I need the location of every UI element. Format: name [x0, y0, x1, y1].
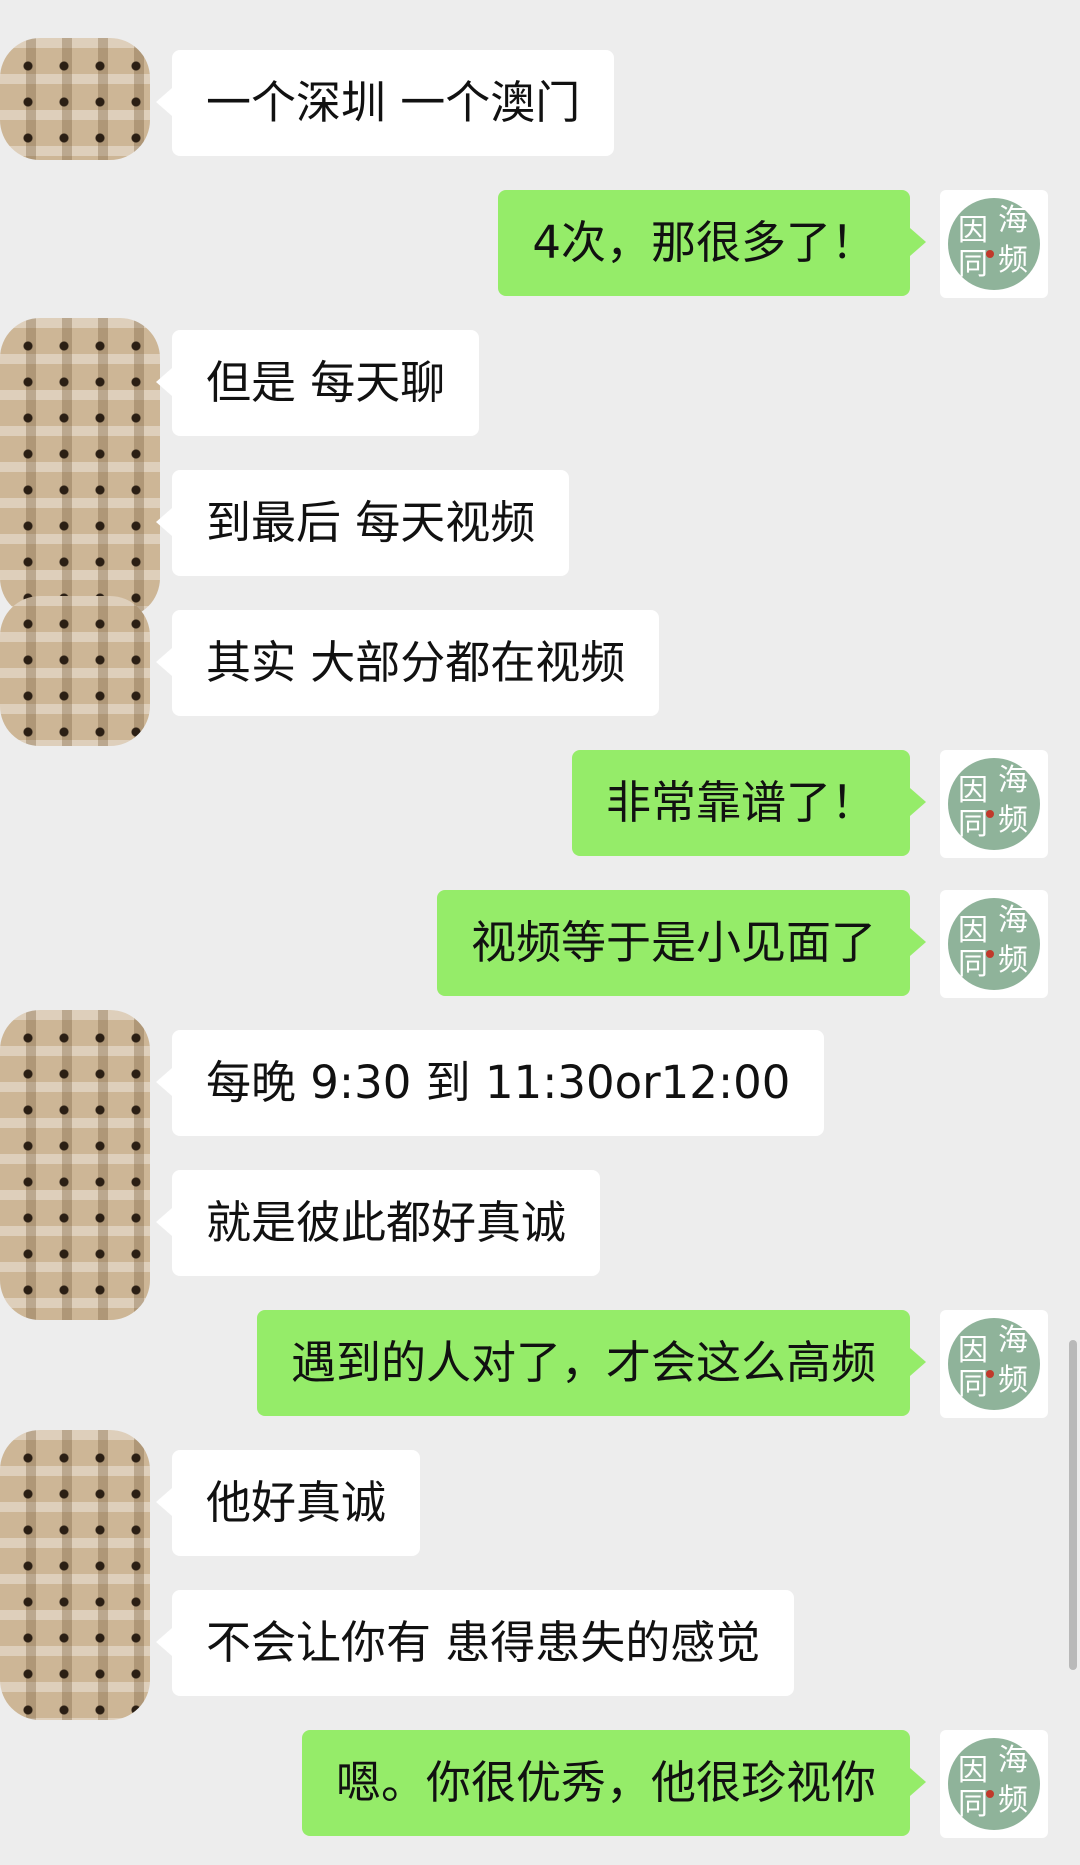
incoming-message-bubble[interactable]: 不会让你有 患得患失的感觉 [155, 1590, 795, 1696]
self-avatar[interactable]: 因 海 同 频 [940, 750, 1048, 858]
incoming-message-bubble[interactable]: 每晚 9:30 到 11:30or12:00 [155, 1030, 825, 1136]
avatar-glyph: 同 [958, 1367, 988, 1402]
avatar-glyph: 因 [958, 213, 988, 248]
incoming-message-bubble[interactable]: 其实 大部分都在视频 [155, 610, 660, 716]
outgoing-message-bubble[interactable]: 嗯。你很优秀，他很珍视你 [301, 1730, 927, 1836]
incoming-message-bubble[interactable]: 但是 每天聊 [155, 330, 480, 436]
contact-avatar-4[interactable] [0, 1010, 150, 1320]
seal-avatar-icon: 因 海 同 频 [948, 1738, 1040, 1830]
avatar-glyph: 海 [998, 1743, 1028, 1778]
contact-avatar-5[interactable] [0, 1430, 150, 1720]
seal-dot [986, 250, 994, 258]
avatar-glyph: 因 [958, 913, 988, 948]
avatar-glyph: 海 [998, 203, 1028, 238]
seal-dot [986, 950, 994, 958]
outgoing-message-bubble[interactable]: 非常靠谱了！ [571, 750, 927, 856]
contact-avatar-2[interactable] [0, 318, 160, 618]
outgoing-message-bubble[interactable]: 遇到的人对了，才会这么高频 [256, 1310, 927, 1416]
avatar-glyph: 同 [958, 1787, 988, 1822]
seal-avatar-icon: 因 海 同 频 [948, 758, 1040, 850]
avatar-glyph: 因 [958, 1333, 988, 1368]
avatar-glyph: 海 [998, 903, 1028, 938]
incoming-message-bubble[interactable]: 他好真诚 [155, 1450, 421, 1556]
self-avatar[interactable]: 因 海 同 频 [940, 890, 1048, 998]
contact-avatar-1[interactable] [0, 38, 150, 160]
incoming-message-bubble[interactable]: 一个深圳 一个澳门 [155, 50, 615, 156]
avatar-glyph: 同 [958, 807, 988, 842]
seal-avatar-icon: 因 海 同 频 [948, 1318, 1040, 1410]
incoming-message-bubble[interactable]: 到最后 每天视频 [155, 470, 570, 576]
incoming-message-bubble[interactable]: 就是彼此都好真诚 [155, 1170, 601, 1276]
avatar-glyph: 频 [998, 1783, 1028, 1818]
avatar-glyph: 同 [958, 947, 988, 982]
avatar-glyph: 海 [998, 1323, 1028, 1358]
avatar-glyph: 频 [998, 1363, 1028, 1398]
contact-avatar-3[interactable] [0, 596, 150, 746]
seal-dot [986, 810, 994, 818]
seal-avatar-icon: 因 海 同 频 [948, 898, 1040, 990]
avatar-glyph: 因 [958, 773, 988, 808]
avatar-glyph: 频 [998, 943, 1028, 978]
self-avatar[interactable]: 因 海 同 频 [940, 1730, 1048, 1838]
avatar-glyph: 频 [998, 243, 1028, 278]
seal-dot [986, 1370, 994, 1378]
scrollbar[interactable] [1069, 1340, 1077, 1670]
outgoing-message-bubble[interactable]: 视频等于是小见面了 [436, 890, 927, 996]
avatar-glyph: 因 [958, 1753, 988, 1788]
self-avatar[interactable]: 因 海 同 频 [940, 190, 1048, 298]
avatar-glyph: 同 [958, 247, 988, 282]
self-avatar[interactable]: 因 海 同 频 [940, 1310, 1048, 1418]
outgoing-message-bubble[interactable]: 4次，那很多了！ [498, 190, 926, 296]
avatar-glyph: 频 [998, 803, 1028, 838]
seal-avatar-icon: 因 海 同 频 [948, 198, 1040, 290]
avatar-glyph: 海 [998, 763, 1028, 798]
chat-message-list[interactable]: 一个深圳 一个澳门 4次，那很多了！ 因 海 同 频 但是 每天聊 到最后 每天… [0, 0, 1080, 1865]
seal-dot [986, 1790, 994, 1798]
